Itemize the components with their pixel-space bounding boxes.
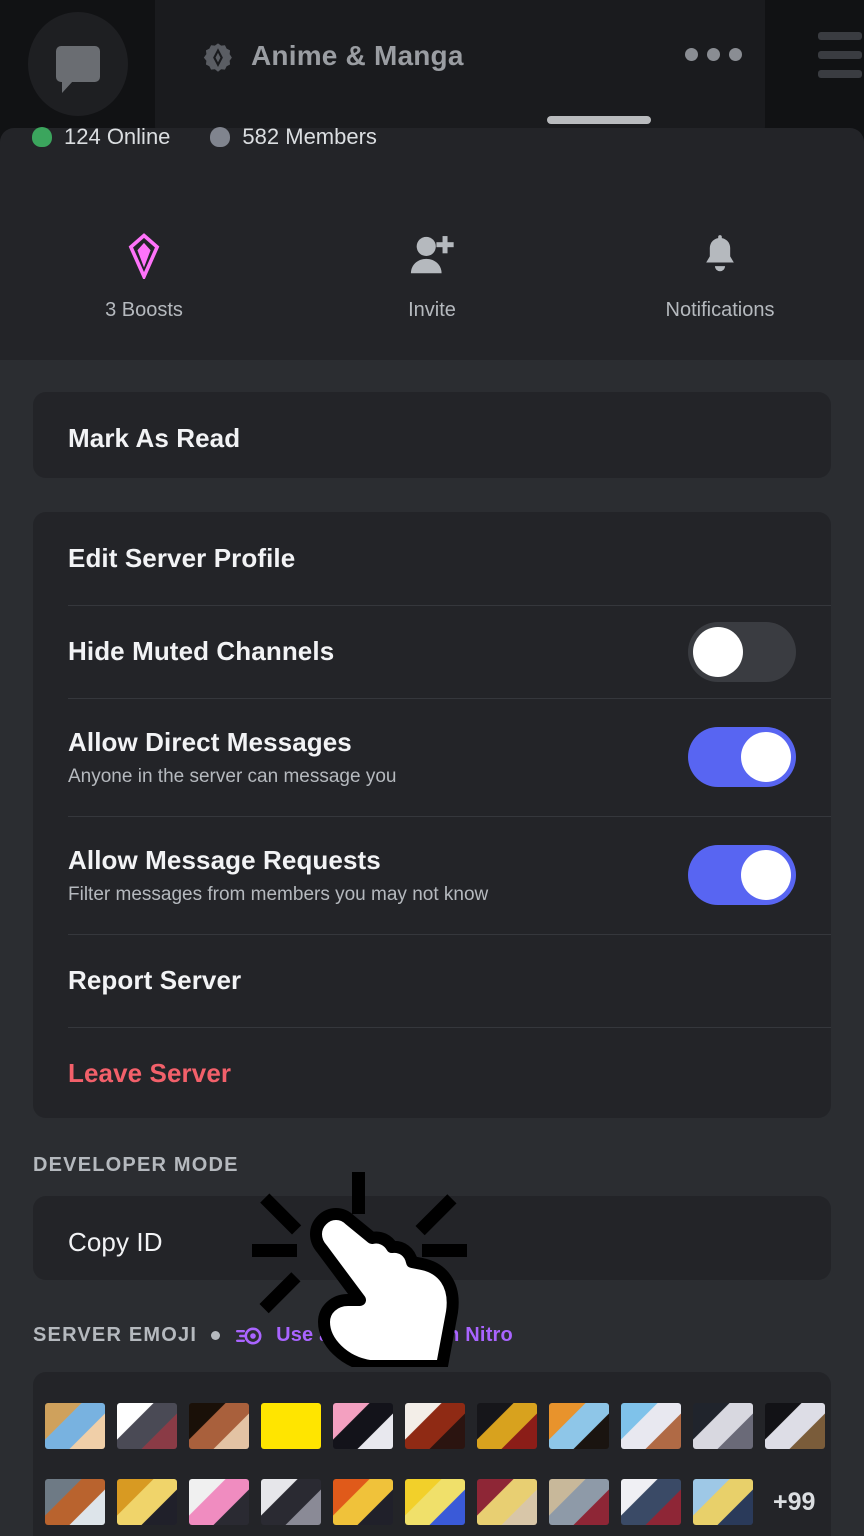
row-allow-message-requests[interactable]: Allow Message Requests Filter messages f…: [33, 816, 831, 934]
nitro-boost-icon: [236, 1327, 262, 1344]
dark-scream-emoji[interactable]: [189, 1403, 249, 1449]
copy-id-label: Copy ID: [68, 1227, 163, 1257]
member-count-label: 582 Members: [242, 124, 377, 149]
notifications-label: Notifications: [665, 298, 775, 321]
allow-message-requests-subtitle: Filter messages from members you may not…: [68, 883, 489, 905]
row-copy-id[interactable]: Copy ID: [33, 1196, 831, 1289]
allow-direct-messages-label: Allow Direct Messages: [68, 726, 352, 757]
emoji-more-count[interactable]: +99: [773, 1488, 815, 1517]
divider: [68, 816, 831, 817]
divider: [68, 1027, 831, 1028]
mark-as-read-label: Mark As Read: [68, 423, 241, 453]
server-emoji-label: SERVER EMOJI: [33, 1324, 198, 1346]
row-edit-server-profile[interactable]: Edit Server Profile: [33, 512, 831, 605]
red-hair-emoji[interactable]: [405, 1403, 465, 1449]
server-settings-sheet: Anime & Manga 124 Online 582 Members 3 B…: [0, 0, 864, 1536]
divider: [68, 605, 831, 606]
grey-fight-emoji[interactable]: [45, 1479, 105, 1525]
invite-button[interactable]: Invite: [288, 215, 576, 322]
bell-icon: [700, 233, 740, 279]
blue-sky-emoji[interactable]: [621, 1403, 681, 1449]
nitro-upsell-label[interactable]: Use anywhere with Nitro: [276, 1324, 513, 1347]
hide-muted-channels-label: Hide Muted Channels: [68, 636, 335, 666]
ichigo-bw-emoji[interactable]: [261, 1479, 321, 1525]
family-photo-emoji[interactable]: [693, 1479, 753, 1525]
server-emoji-grid: +99: [45, 1388, 835, 1536]
mark-as-read-card: Mark As Read: [33, 392, 831, 478]
mark-as-read-row[interactable]: Mark As Read: [33, 392, 831, 485]
server-action-row: 3 Boosts Invite Notifications: [0, 176, 864, 360]
chat-bubble-glyph: [56, 46, 100, 93]
person-add-icon: [407, 233, 457, 279]
invite-label: Invite: [408, 298, 456, 321]
divider: [68, 934, 831, 935]
members-status-dot-icon: [210, 127, 231, 147]
server-verified-badge-icon: [203, 43, 232, 72]
online-status-dot-icon: [32, 127, 52, 147]
boosts-button[interactable]: 3 Boosts: [0, 215, 288, 322]
copy-id-card: Copy ID: [33, 1196, 831, 1280]
ichigo-orange-emoji[interactable]: [333, 1479, 393, 1525]
separator-bullet-icon: [211, 1331, 221, 1340]
row-leave-server[interactable]: Leave Server: [33, 1027, 831, 1120]
notifications-button[interactable]: Notifications: [576, 215, 864, 322]
row-report-server[interactable]: Report Server: [33, 934, 831, 1027]
yellow-whip-emoji[interactable]: [477, 1403, 537, 1449]
edward-elric-emoji[interactable]: [477, 1479, 537, 1525]
orange-sky-emoji[interactable]: [549, 1403, 609, 1449]
divider: [68, 698, 831, 699]
chat-bubble-icon[interactable]: [28, 12, 128, 116]
allow-message-requests-label: Allow Message Requests: [68, 844, 381, 875]
sheet-header: Anime & Manga: [155, 0, 765, 140]
allow-direct-messages-subtitle: Anyone in the server can message you: [68, 765, 397, 787]
asta-shout-emoji[interactable]: [693, 1403, 753, 1449]
pink-koro-sensei-emoji[interactable]: [333, 1403, 393, 1449]
report-server-label: Report Server: [68, 965, 242, 995]
hamburger-menu-icon[interactable]: [818, 32, 862, 78]
elric-brothers-emoji[interactable]: [549, 1479, 609, 1525]
naruto-squint-emoji[interactable]: [45, 1403, 105, 1449]
leave-server-label: Leave Server: [68, 1058, 232, 1088]
itachi-facepalm-emoji[interactable]: [117, 1403, 177, 1449]
server-settings-card: Edit Server Profile Hide Muted Channels …: [33, 512, 831, 1118]
goku-super-saiyan-emoji[interactable]: [405, 1479, 465, 1525]
more-options-icon[interactable]: [685, 48, 742, 61]
allow-message-requests-toggle[interactable]: [688, 845, 796, 905]
naruto-ramen-emoji[interactable]: [117, 1479, 177, 1525]
developer-mode-section-header: DEVELOPER MODE: [33, 1154, 239, 1177]
emoji-row: +99: [45, 1464, 835, 1536]
server-emoji-section-header: SERVER EMOJI Use anywhere with Nitro: [33, 1324, 513, 1347]
developer-mode-label: DEVELOPER MODE: [33, 1154, 239, 1176]
boost-gem-icon: [124, 232, 164, 279]
koro-sensei-grin-emoji[interactable]: [261, 1403, 321, 1449]
alchemy-circle-emoji[interactable]: [621, 1479, 681, 1525]
online-count-label: 124 Online: [64, 124, 171, 149]
emoji-row: [45, 1388, 835, 1464]
allow-direct-messages-toggle[interactable]: [688, 727, 796, 787]
member-count: 582 Members: [210, 124, 377, 150]
boosts-label: 3 Boosts: [105, 298, 183, 321]
page-title: Anime & Manga: [251, 40, 464, 71]
hide-muted-channels-toggle[interactable]: [688, 621, 796, 682]
sheet-drag-handle[interactable]: [547, 116, 651, 124]
edit-server-profile-label: Edit Server Profile: [68, 543, 296, 573]
pink-hair-wave-emoji[interactable]: [189, 1479, 249, 1525]
asta-dark-emoji[interactable]: [765, 1403, 825, 1449]
row-allow-direct-messages[interactable]: Allow Direct Messages Anyone in the serv…: [33, 698, 831, 816]
online-count: 124 Online: [32, 124, 170, 150]
row-hide-muted-channels[interactable]: Hide Muted Channels: [33, 605, 831, 698]
